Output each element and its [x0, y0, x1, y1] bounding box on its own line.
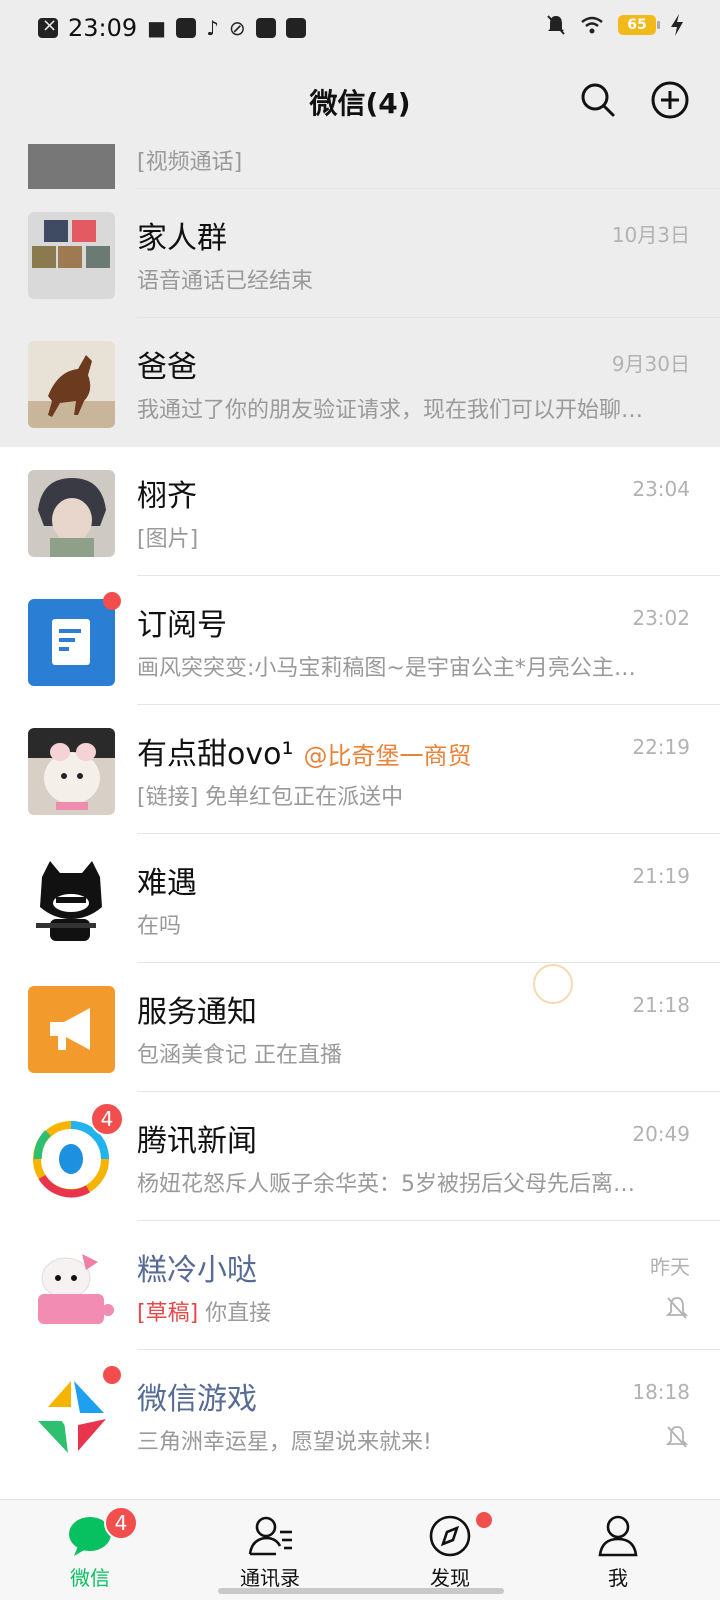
tab-label: 通讯录: [240, 1566, 300, 1590]
chat-item[interactable]: 栩齐 [图片] 23:04: [0, 447, 720, 576]
charging-icon: [671, 14, 683, 36]
mute-bell-icon: [547, 15, 565, 35]
person-icon: [598, 1515, 638, 1557]
chat-item[interactable]: [视频通话]: [0, 144, 720, 201]
wifi-icon: [581, 16, 603, 34]
wallet-icon: [285, 18, 306, 38]
tab-label: 我: [608, 1566, 628, 1590]
chat-time: 9月30日: [611, 352, 690, 376]
tab-chats[interactable]: 4 微信: [30, 1500, 150, 1600]
chat-time: 21:18: [632, 993, 690, 1017]
home-indicator[interactable]: [218, 1588, 504, 1594]
app-icon: ⊘: [228, 16, 246, 40]
chat-name: 难遇: [137, 866, 197, 901]
chat-item[interactable]: 订阅号 画风突突变:小马宝莉稿图~是宇宙公主*月亮公主… 23:02: [0, 576, 720, 705]
status-time: 23:09: [68, 14, 138, 42]
cat-avatar: [28, 857, 115, 944]
chat-preview: 我通过了你的朋友验证请求，现在我们可以开始聊…: [137, 398, 644, 423]
chat-preview: 语音通话已经结束: [137, 269, 314, 294]
tab-discover[interactable]: 发现: [390, 1500, 510, 1600]
anime-avatar: [28, 470, 115, 557]
search-icon[interactable]: [578, 80, 618, 120]
chat-name: 糕冷小哒: [137, 1253, 257, 1288]
draft-tag: [草稿]: [137, 1301, 199, 1326]
tab-label: 微信: [70, 1566, 110, 1590]
chat-time: 23:04: [632, 477, 690, 501]
chat-item[interactable]: 有点甜ovo¹ @比奇堡一商贸 [链接] 免单红包正在派送中 22:19: [0, 705, 720, 834]
mention-tag: @比奇堡一商贸: [303, 742, 472, 770]
tab-label: 发现: [430, 1566, 470, 1590]
touch-indicator: [533, 964, 573, 1004]
horse-avatar: [28, 341, 115, 428]
wechat-game-icon: [28, 1373, 115, 1460]
chat-item[interactable]: 糕冷小哒 [草稿] 你直接 昨天: [0, 1221, 720, 1350]
chat-preview: 包涵美食记 正在直播: [137, 1043, 342, 1068]
chat-time: 20:49: [632, 1122, 690, 1146]
video-camera-icon: ■: [147, 16, 167, 40]
chat-preview: [图片]: [137, 527, 199, 552]
megaphone-icon: [28, 986, 115, 1073]
tab-badge: 4: [104, 1506, 138, 1540]
chat-time: 23:02: [632, 606, 690, 630]
unread-dot: [103, 1366, 121, 1384]
add-icon[interactable]: [650, 80, 690, 120]
chat-name: 服务通知: [137, 995, 257, 1030]
chat-preview: 杨妞花怒斥人贩子余华英：5岁被拐后父母先后离…: [137, 1172, 635, 1197]
chat-name-text: 有点甜ovo¹: [137, 737, 294, 772]
chat-name: 有点甜ovo¹ @比奇堡一商贸: [137, 729, 472, 773]
battery-indicator: 65: [618, 15, 660, 35]
chat-preview: 画风突突变:小马宝莉稿图~是宇宙公主*月亮公主…: [137, 656, 636, 681]
hello-kitty-avatar: [28, 1244, 115, 1331]
play-icon: [255, 18, 276, 38]
chat-item[interactable]: 微信游戏 三角洲幸运星，愿望说来就来! 18:18: [0, 1350, 720, 1479]
tab-dot: [476, 1512, 492, 1528]
chat-preview: 三角洲幸运星，愿望说来就来!: [137, 1430, 432, 1455]
tab-me[interactable]: 我: [558, 1500, 678, 1600]
tab-bar: 4 微信 通讯录 发现 我: [0, 1499, 720, 1600]
chat-preview: [草稿] 你直接: [137, 1295, 271, 1327]
chat-time: 昨天: [650, 1255, 690, 1279]
chat-preview: [链接] 免单红包正在派送中: [137, 785, 404, 810]
app-header: 微信(4): [0, 58, 720, 144]
chat-list: [视频通话] 家人群 语音通话已经结束 10月3日 爸爸 我通过了你的朋友验证请…: [0, 144, 720, 1499]
subscription-icon: [28, 599, 115, 686]
mute-bell-icon: [665, 1297, 689, 1319]
chat-name: 栩齐: [137, 479, 197, 514]
chat-name: 订阅号: [137, 608, 227, 643]
unread-badge: 4: [90, 1102, 124, 1136]
chat-name: 微信游戏: [137, 1382, 257, 1417]
chat-name: 家人群: [137, 221, 227, 256]
chat-preview: 在吗: [137, 914, 182, 939]
contacts-icon: [248, 1516, 292, 1556]
plush-avatar: [28, 728, 115, 815]
notification-close-icon: [38, 15, 58, 38]
chat-preview: [视频通话]: [137, 150, 243, 175]
chat-item[interactable]: 服务通知 包涵美食记 正在直播 21:18: [0, 963, 720, 1092]
tiktok-icon: ♪: [206, 16, 219, 40]
chat-item[interactable]: 4 腾讯新闻 杨妞花怒斥人贩子余华英：5岁被拐后父母先后离… 20:49: [0, 1092, 720, 1221]
compass-icon: [429, 1515, 471, 1557]
chat-item[interactable]: 家人群 语音通话已经结束 10月3日: [0, 189, 720, 318]
draft-text: 你直接: [205, 1301, 272, 1326]
mute-bell-icon: [665, 1426, 689, 1448]
mail-icon: [176, 18, 197, 38]
chat-time: 10月3日: [611, 223, 690, 247]
chat-item[interactable]: 爸爸 我通过了你的朋友验证请求，现在我们可以开始聊… 9月30日: [0, 318, 720, 447]
chat-time: 22:19: [632, 735, 690, 759]
chat-time: 21:19: [632, 864, 690, 888]
unread-dot: [103, 592, 121, 610]
chat-time: 18:18: [632, 1380, 690, 1404]
battery-level: 65: [627, 17, 647, 33]
chat-item[interactable]: 难遇 在吗 21:19: [0, 834, 720, 963]
group-avatar: [28, 212, 115, 299]
tab-contacts[interactable]: 通讯录: [210, 1500, 330, 1600]
status-bar: 23:09 ■ ♪ ⊘ 65: [0, 0, 720, 58]
chat-name: 腾讯新闻: [137, 1124, 257, 1159]
chat-name: 爸爸: [137, 350, 197, 385]
